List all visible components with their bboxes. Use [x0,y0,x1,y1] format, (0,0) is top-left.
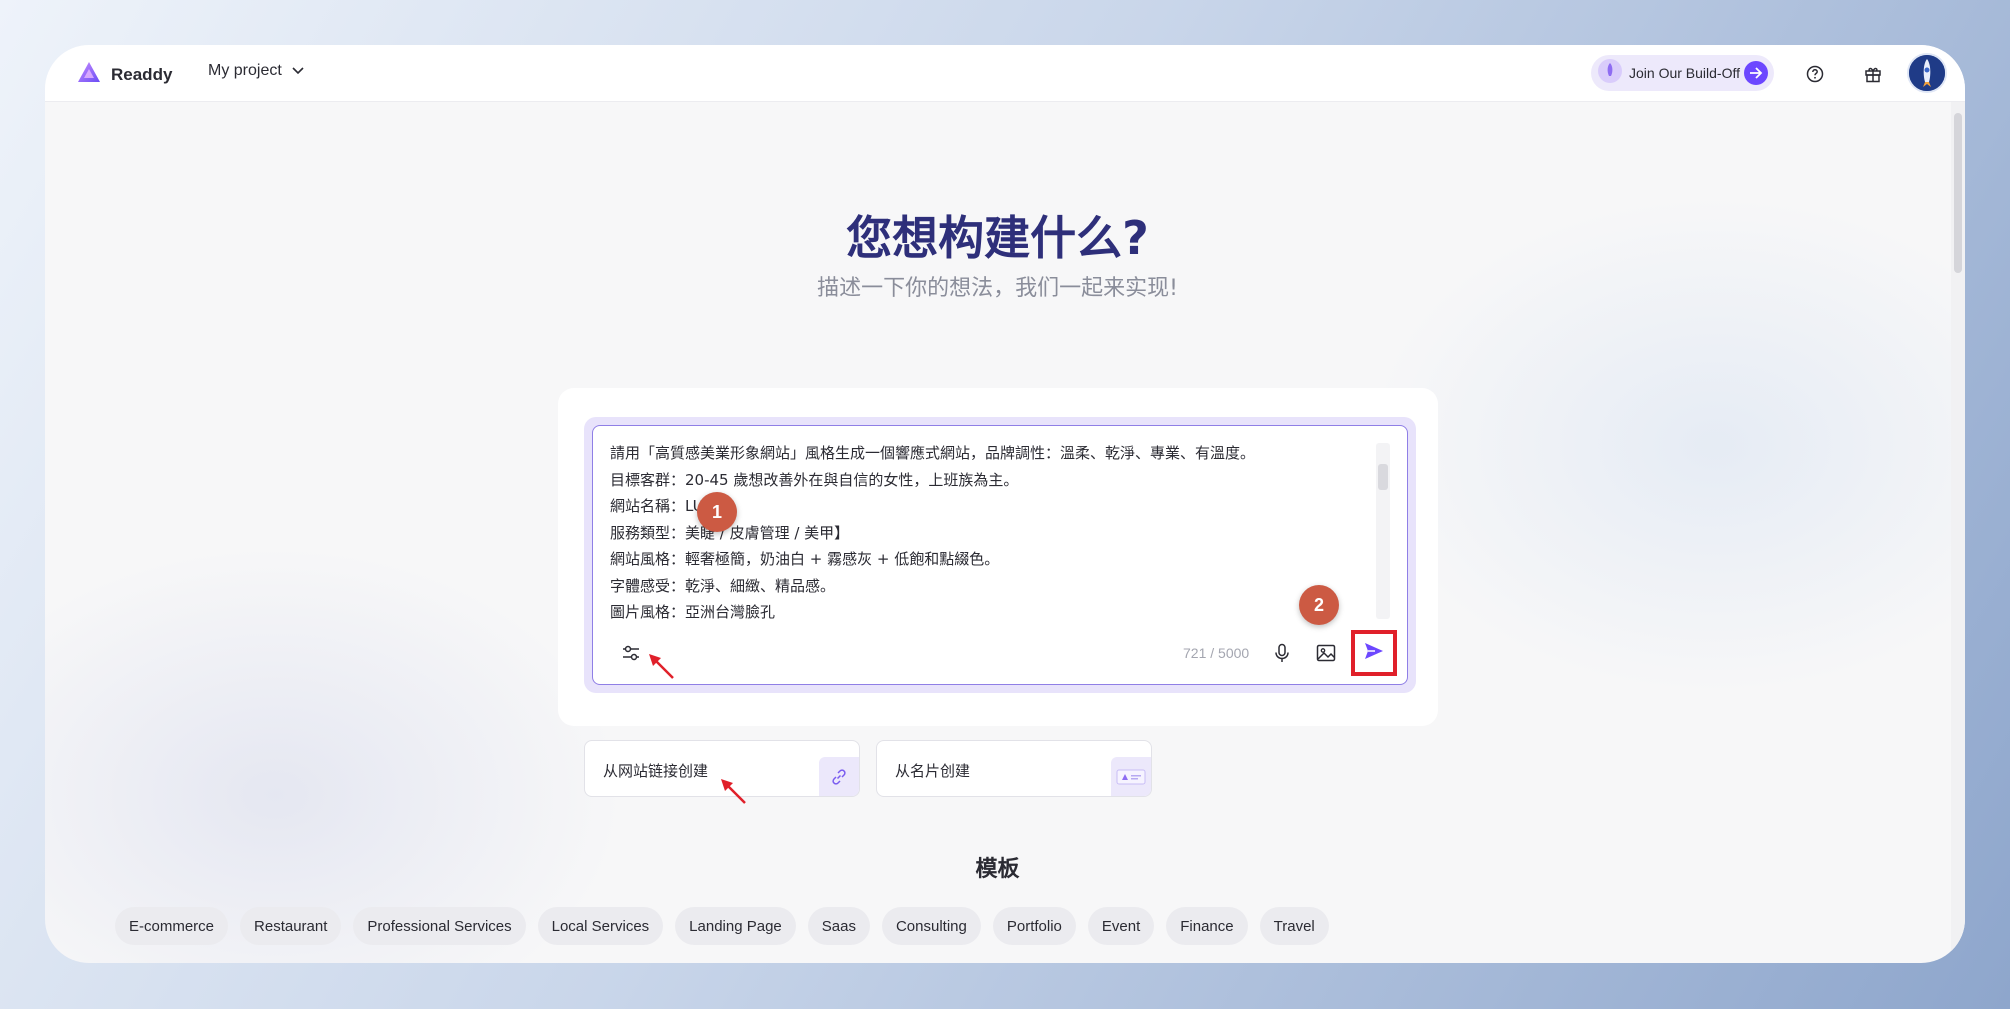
top-header: Readdy My project Join Our Build-Off [45,45,1965,102]
create-from-card-label: 从名片创建 [895,762,971,780]
prompt-line: 網站風格：輕奢極簡，奶油白 + 霧感灰 + 低飽和點綴色。 [610,550,1000,568]
template-chip[interactable]: Travel [1259,907,1329,945]
send-icon [1363,641,1385,666]
template-chip[interactable]: Event [1087,907,1155,945]
template-chip[interactable]: Restaurant [240,907,342,945]
arrow-right-icon [1744,61,1768,85]
app-window: Readdy My project Join Our Build-Off 您想构… [45,45,1965,963]
readdy-logo-icon [77,61,101,88]
template-chip[interactable]: Consulting [881,907,981,945]
prompt-input[interactable]: 請用「高質感美業形象網站」風格生成一個響應式網站，品牌調性：溫柔、乾淨、專業、有… [592,425,1408,685]
business-card-icon [1111,757,1151,796]
prompt-text[interactable]: 請用「高質感美業形象網站」風格生成一個響應式網站，品牌調性：溫柔、乾淨、專業、有… [610,440,1370,626]
annotation-badge-1: 1 [697,492,737,532]
gift-icon[interactable] [1862,63,1884,85]
image-icon[interactable] [1315,642,1337,664]
rocket-badge-icon [1597,58,1623,89]
page-scrollbar-thumb[interactable] [1954,113,1962,273]
chevron-down-icon [292,62,304,80]
build-off-button[interactable]: Join Our Build-Off [1591,55,1774,91]
template-chip[interactable]: Local Services [537,907,664,945]
help-circle-icon[interactable] [1804,63,1826,85]
annotation-arrow-icon [649,654,674,679]
template-chip[interactable]: Saas [807,907,870,945]
annotation-arrow-icon [721,779,746,804]
page-subtitle: 描述一下你的想法，我们一起来实现! [817,276,1178,301]
prompt-line: 請用「高質感美業形象網站」風格生成一個響應式網站，品牌調性：溫柔、乾淨、專業、有… [610,444,1256,462]
brand-name: Readdy [111,64,173,84]
template-chip[interactable]: Professional Services [353,907,526,945]
project-selector[interactable]: My project [208,62,304,80]
project-label: My project [208,62,282,79]
send-button[interactable] [1351,630,1397,676]
link-icon [819,757,859,796]
microphone-icon[interactable] [1271,642,1293,664]
prompt-line: 圖片風格：亞洲台灣臉孔 [610,603,776,621]
user-avatar[interactable] [1907,53,1947,93]
template-chip[interactable]: Landing Page [675,907,796,945]
prompt-line: 目標客群：20-45 歲想改善外在與自信的女性，上班族為主。 [610,470,1019,489]
create-from-card-button[interactable]: 从名片创建 [876,740,1152,797]
templates-heading: 模板 [975,857,1020,882]
template-category-list: E-commerce Restaurant Professional Service… [115,907,1329,945]
template-chip[interactable]: E-commerce [115,907,229,945]
template-chip[interactable]: Portfolio [992,907,1076,945]
sliders-icon[interactable] [620,642,642,664]
prompt-scrollbar-thumb[interactable] [1378,464,1388,490]
build-off-label: Join Our Build-Off [1629,65,1741,81]
composer-frame: 請用「高質感美業形象網站」風格生成一個響應式網站，品牌調性：溫柔、乾淨、專業、有… [584,417,1416,693]
char-counter: 721 / 5000 [1183,645,1250,661]
template-chip[interactable]: Finance [1166,907,1248,945]
page-title: 您想构建什么? [846,211,1149,265]
annotation-badge-2: 2 [1299,585,1339,625]
prompt-line: 字體感受：乾淨、細緻、精品感。 [610,576,836,595]
create-from-url-label: 从网站链接创建 [603,762,709,780]
brand-logo[interactable]: Readdy [77,61,172,88]
composer-card: 請用「高質感美業形象網站」風格生成一個響應式網站，品牌調性：溫柔、乾淨、專業、有… [558,388,1438,726]
